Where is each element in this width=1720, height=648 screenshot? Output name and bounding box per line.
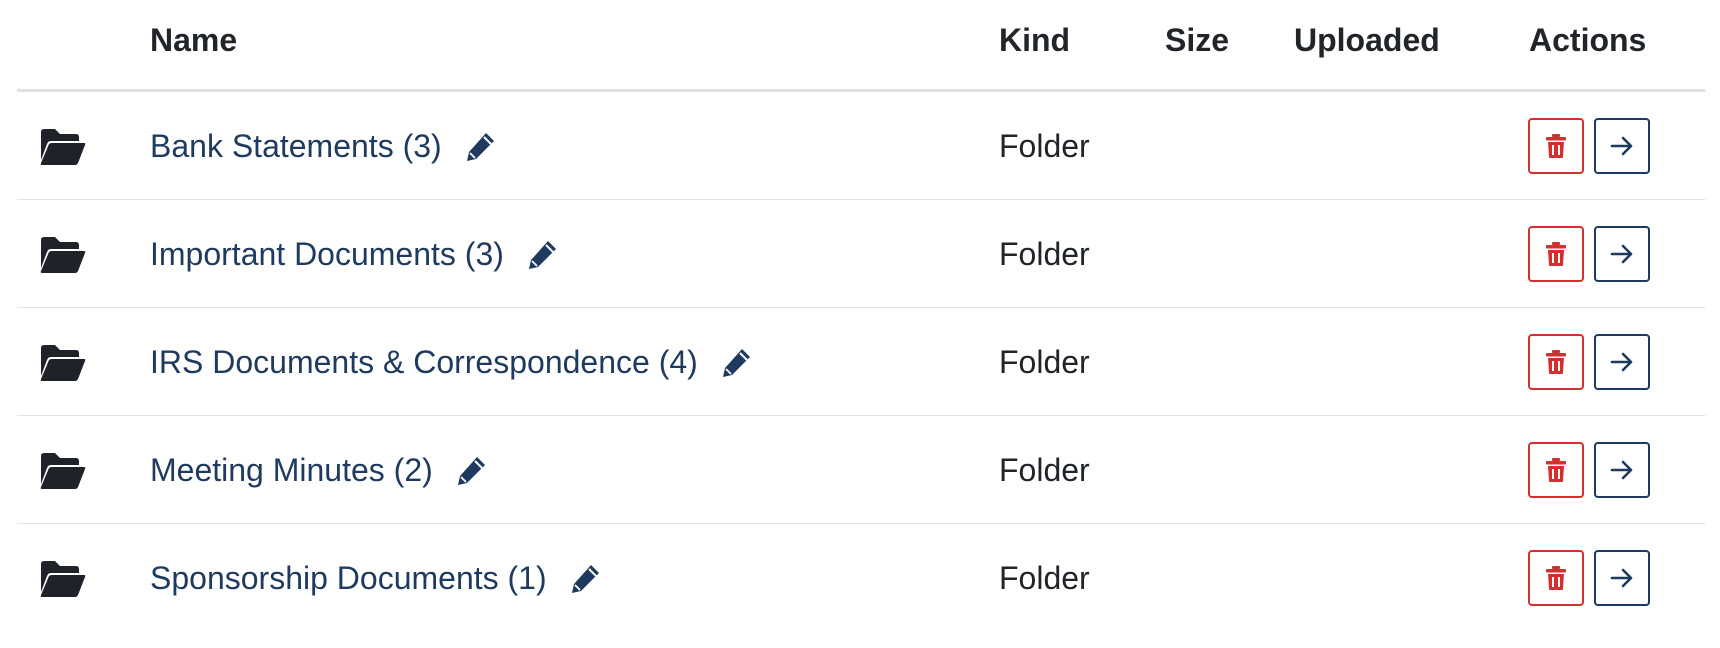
pencil-icon[interactable] — [720, 345, 754, 379]
open-folder-button[interactable] — [1594, 334, 1650, 390]
folder-open-icon — [40, 129, 86, 165]
delete-button[interactable] — [1528, 334, 1584, 390]
arrow-right-icon — [1610, 460, 1633, 480]
name-cell: Sponsorship Documents (1) — [150, 524, 603, 632]
name-cell: Bank Statements (3) — [150, 92, 498, 200]
folder-open-icon — [40, 453, 86, 489]
arrow-right-icon — [1610, 568, 1633, 588]
trash-icon — [1546, 566, 1566, 590]
table-header: Name Kind Size Uploaded Actions — [17, 0, 1705, 92]
pencil-icon[interactable] — [526, 237, 560, 271]
name-cell: Important Documents (3) — [150, 200, 560, 308]
kind-cell: Folder — [999, 559, 1090, 596]
kind-cell: Folder — [999, 235, 1090, 272]
table-row: Bank Statements (3) Folder — [17, 92, 1705, 200]
kind-cell: Folder — [999, 343, 1090, 380]
trash-icon — [1546, 350, 1566, 374]
folder-open-icon — [40, 345, 86, 381]
kind-cell: Folder — [999, 451, 1090, 488]
delete-button[interactable] — [1528, 226, 1584, 282]
folder-name-link[interactable]: Meeting Minutes (2) — [150, 452, 433, 489]
folder-open-icon — [40, 561, 86, 597]
table-row: Meeting Minutes (2) Folder — [17, 416, 1705, 524]
trash-icon — [1546, 458, 1566, 482]
pencil-icon[interactable] — [464, 129, 498, 163]
open-folder-button[interactable] — [1594, 118, 1650, 174]
header-actions: Actions — [1529, 22, 1647, 58]
arrow-right-icon — [1610, 352, 1633, 372]
delete-button[interactable] — [1528, 442, 1584, 498]
pencil-icon[interactable] — [455, 453, 489, 487]
kind-cell: Folder — [999, 127, 1090, 164]
files-table: Name Kind Size Uploaded Actions Bank Sta… — [17, 0, 1705, 632]
arrow-right-icon — [1610, 244, 1633, 264]
trash-icon — [1546, 134, 1566, 158]
header-size[interactable]: Size — [1165, 22, 1229, 59]
header-name[interactable]: Name — [150, 22, 237, 59]
folder-name-link[interactable]: Sponsorship Documents (1) — [150, 560, 547, 597]
delete-button[interactable] — [1528, 550, 1584, 606]
table-row: Important Documents (3) Folder — [17, 200, 1705, 308]
header-uploaded[interactable]: Uploaded — [1294, 22, 1440, 59]
folder-name-link[interactable]: Bank Statements (3) — [150, 128, 442, 165]
table-row: Sponsorship Documents (1) Folder — [17, 524, 1705, 632]
open-folder-button[interactable] — [1594, 442, 1650, 498]
folder-open-icon — [40, 237, 86, 273]
table-row: IRS Documents & Correspondence (4) Folde… — [17, 308, 1705, 416]
arrow-right-icon — [1610, 136, 1633, 156]
trash-icon — [1546, 242, 1566, 266]
folder-name-link[interactable]: IRS Documents & Correspondence (4) — [150, 344, 698, 381]
header-kind[interactable]: Kind — [999, 22, 1070, 59]
open-folder-button[interactable] — [1594, 550, 1650, 606]
delete-button[interactable] — [1528, 118, 1584, 174]
pencil-icon[interactable] — [569, 561, 603, 595]
folder-name-link[interactable]: Important Documents (3) — [150, 236, 504, 273]
name-cell: IRS Documents & Correspondence (4) — [150, 308, 754, 416]
open-folder-button[interactable] — [1594, 226, 1650, 282]
name-cell: Meeting Minutes (2) — [150, 416, 489, 524]
